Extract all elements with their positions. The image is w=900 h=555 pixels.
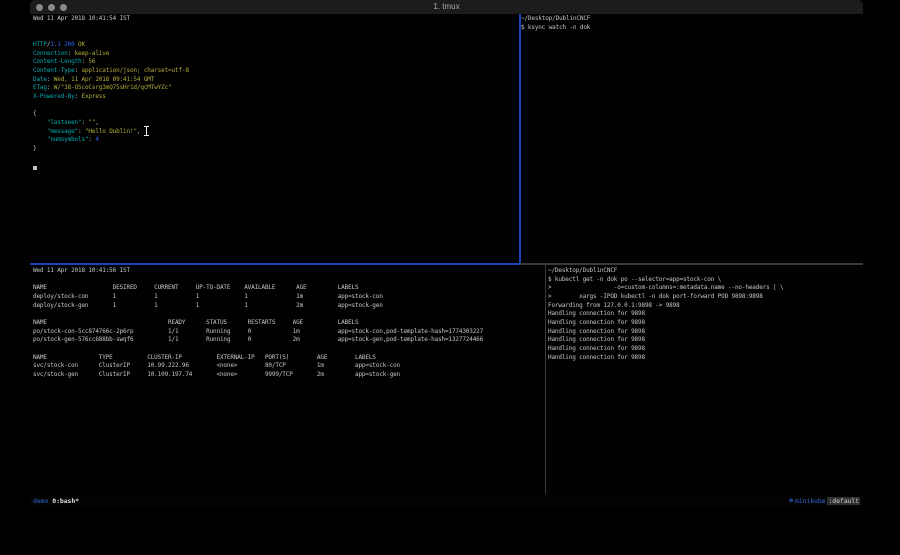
- terminal-line: Handling connection for 9898: [548, 354, 862, 363]
- window-tab-bash[interactable]: 0:bash*: [52, 497, 79, 505]
- pane-kubectl-get[interactable]: Wed 11 Apr 2018 10:41:56 IST NAME DESIRED…: [33, 267, 543, 493]
- terminal-line: Wed 11 Apr 2018 10:41:56 IST: [33, 267, 543, 276]
- terminal-line: ~/Desktop/DublinCNCF: [521, 15, 860, 24]
- terminal-line: $ kubectl get -n dok po --selector=app=s…: [548, 276, 862, 285]
- terminal-line: Handling connection for 9898: [548, 345, 862, 354]
- tmux-status-bar: demo 0:bash* ☸minikube:default: [30, 494, 863, 507]
- terminal-line: Handling connection for 9898: [548, 336, 862, 345]
- terminal-line: [33, 24, 519, 33]
- terminal-line: "lastseen": "",: [33, 119, 519, 128]
- mouse-cursor-ibeam: [144, 126, 149, 136]
- desktop-background: 1. tmux Wed 11 Apr 2018 10:41:54 IST HTTP…: [0, 0, 900, 555]
- pane-divider-horizontal-active[interactable]: [30, 263, 520, 265]
- terminal-line: [33, 310, 543, 319]
- window-titlebar[interactable]: 1. tmux: [30, 0, 863, 14]
- session-name-label: demo: [33, 497, 48, 505]
- status-right: ☸minikube:default: [789, 497, 860, 505]
- terminal-line: HTTP/1.1 200 OK: [33, 41, 519, 50]
- terminal-line: Handling connection for 9898: [548, 310, 862, 319]
- terminal-line: ~/Desktop/DublinCNCF: [548, 267, 862, 276]
- window-title: 1. tmux: [30, 2, 863, 11]
- terminal-line: [33, 345, 543, 354]
- terminal-line: NAME DESIRED CURRENT UP-TO-DATE AVAILABL…: [33, 284, 543, 293]
- terminal-line: svc/stock-con ClusterIP 10.99.222.96 <no…: [33, 362, 543, 371]
- terminal-line: $ ksync watch -n dok: [521, 24, 860, 33]
- terminal-line: Forwarding from 127.0.0.1:9898 -> 9898: [548, 302, 862, 311]
- terminal-line: Handling connection for 9898: [548, 319, 862, 328]
- terminal-line: [33, 162, 519, 171]
- terminal-line: X-Powered-By: Express: [33, 93, 519, 102]
- pane-divider-vertical-top[interactable]: [519, 14, 521, 264]
- terminal-line: > -o=custom-columns=:metadata.name --no-…: [548, 284, 862, 293]
- terminal-cursor: [33, 166, 37, 170]
- terminal-line: NAME TYPE CLUSTER-IP EXTERNAL-IP PORT(S)…: [33, 354, 543, 363]
- terminal-line: > xargs -IPOD kubectl -n dok port-forwar…: [548, 293, 862, 302]
- terminal-line: Connection: keep-alive: [33, 50, 519, 59]
- terminal-line: po/stock-con-5cc874766c-2p6rp 1/1 Runnin…: [33, 328, 543, 337]
- terminal-line: Handling connection for 9898: [548, 328, 862, 337]
- terminal-line: [33, 276, 543, 285]
- status-left: demo 0:bash*: [33, 497, 79, 505]
- pane-divider-vertical-bottom[interactable]: [545, 265, 546, 494]
- terminal-line: svc/stock-gen ClusterIP 10.109.197.74 <n…: [33, 371, 543, 380]
- kube-context-label: minikube: [795, 497, 826, 505]
- terminal-line: Content-Length: 56: [33, 58, 519, 67]
- pane-port-forward[interactable]: ~/Desktop/DublinCNCF$ kubectl get -n dok…: [548, 267, 862, 493]
- terminal-line: deploy/stock-gen 1 1 1 1 2m app=stock-ge…: [33, 302, 543, 311]
- terminal-line: po/stock-gen-576cc688bb-swqf6 1/1 Runnin…: [33, 336, 543, 345]
- terminal-line: ETag: W/"38-O5coCsrg3mQ75sHr1d/qcMTwYZc": [33, 84, 519, 93]
- terminal-line: Date: Wed, 11 Apr 2018 09:41:54 GMT: [33, 76, 519, 85]
- terminal-line: [33, 32, 519, 41]
- kube-namespace-label: :default: [827, 497, 860, 505]
- kubernetes-icon: ☸: [789, 497, 793, 505]
- terminal-line: Wed 11 Apr 2018 10:41:54 IST: [33, 15, 519, 24]
- pane-divider-horizontal-inactive[interactable]: [520, 263, 863, 265]
- terminal-line: Content-Type: application/json; charset=…: [33, 67, 519, 76]
- pane-http-response[interactable]: Wed 11 Apr 2018 10:41:54 IST HTTP/1.1 200…: [33, 15, 519, 262]
- terminal-line: "message": "Hello Dublin!",: [33, 128, 519, 137]
- terminal-line: [33, 102, 519, 111]
- terminal-window: 1. tmux Wed 11 Apr 2018 10:41:54 IST HTTP…: [30, 0, 863, 507]
- terminal-line: NAME READY STATUS RESTARTS AGE LABELS: [33, 319, 543, 328]
- terminal-line: [33, 154, 519, 163]
- pane-ksync-watch[interactable]: ~/Desktop/DublinCNCF$ ksync watch -n dok: [521, 15, 860, 262]
- terminal-line: }: [33, 145, 519, 154]
- terminal-line: "numsymbols": 4: [33, 136, 519, 145]
- terminal-line: {: [33, 110, 519, 119]
- terminal-line: deploy/stock-con 1 1 1 1 1m app=stock-co…: [33, 293, 543, 302]
